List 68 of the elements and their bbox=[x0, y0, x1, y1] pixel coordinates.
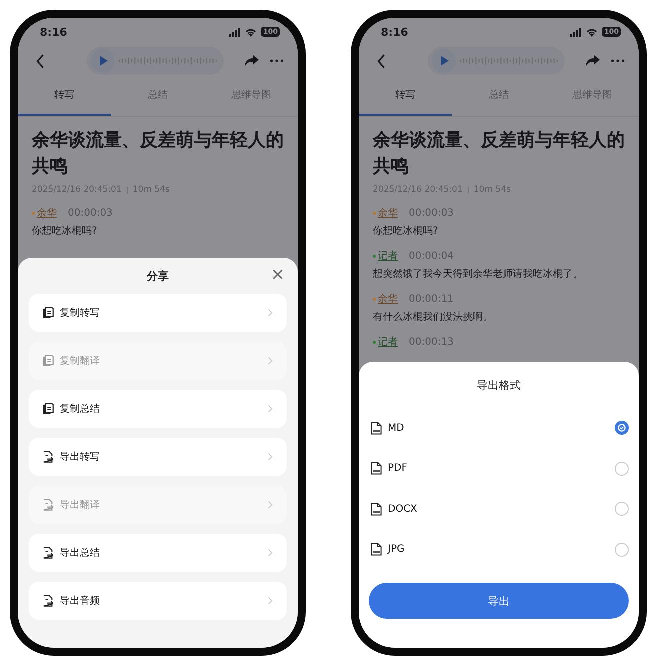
format-label: DOCX bbox=[388, 504, 418, 515]
recording-title: 余华谈流量、反差萌与年轻人的共鸣 bbox=[32, 129, 284, 179]
file-icon bbox=[371, 543, 382, 556]
more-icon[interactable] bbox=[270, 59, 284, 63]
share-option[interactable]: 复制总结 bbox=[29, 390, 287, 428]
speaker-name[interactable]: 记者 bbox=[378, 249, 398, 263]
export-button[interactable]: 导出 bbox=[369, 583, 629, 619]
chevron-icon bbox=[268, 405, 273, 413]
file-icon bbox=[371, 422, 382, 435]
document-export-icon bbox=[43, 595, 54, 607]
status-time: 8:16 bbox=[40, 26, 68, 38]
chevron-icon bbox=[268, 453, 273, 461]
transcript-text: 想突然饿了我今天得到余华老师请我吃冰棍了。 bbox=[373, 268, 584, 281]
format-label: JPG bbox=[388, 544, 405, 556]
transcript-text: 你想吃冰棍吗? bbox=[373, 224, 440, 238]
file-icon bbox=[371, 462, 382, 476]
document-export-icon bbox=[43, 451, 54, 463]
play-icon[interactable] bbox=[432, 49, 456, 73]
wifi-icon bbox=[586, 28, 598, 36]
format-option[interactable]: DOCX bbox=[369, 489, 629, 530]
radio-button[interactable] bbox=[615, 421, 629, 436]
timestamp: 00:00:13 bbox=[409, 336, 454, 348]
recording-title: 余华谈流量、反差萌与年轻人的共鸣 bbox=[373, 129, 625, 179]
timestamp: 00:00:03 bbox=[68, 208, 113, 218]
share-icon[interactable] bbox=[585, 54, 601, 68]
share-option[interactable]: 复制转写 bbox=[29, 294, 287, 332]
signal-icon bbox=[570, 28, 582, 36]
close-button[interactable]: × bbox=[268, 266, 287, 284]
transcript-text: 有什么冰棍我们没法挑啊。 bbox=[373, 310, 494, 324]
chevron-icon bbox=[268, 597, 273, 605]
share-icon[interactable] bbox=[244, 54, 260, 68]
chevron-icon bbox=[268, 549, 273, 557]
tab[interactable]: 转写 bbox=[18, 76, 112, 116]
format-option[interactable]: MD bbox=[369, 408, 629, 448]
signal-icon bbox=[229, 28, 242, 36]
format-option[interactable]: PDF bbox=[369, 448, 629, 489]
format-label: MD bbox=[388, 422, 404, 434]
play-icon[interactable] bbox=[91, 49, 115, 73]
radio-button[interactable] bbox=[615, 502, 629, 516]
transcript-text: 你想吃冰棍吗? bbox=[32, 224, 98, 238]
file-icon bbox=[371, 502, 382, 516]
document-export-icon bbox=[43, 499, 54, 511]
share-option[interactable]: 导出总结 bbox=[29, 534, 287, 572]
timestamp: 00:00:11 bbox=[409, 294, 454, 304]
back-icon[interactable] bbox=[36, 54, 45, 68]
tab[interactable]: 转写 bbox=[359, 76, 452, 116]
speaker-name[interactable]: 记者 bbox=[378, 335, 398, 349]
timestamp: 00:00:04 bbox=[409, 250, 454, 262]
more-icon[interactable] bbox=[611, 59, 625, 63]
radio-button[interactable] bbox=[615, 542, 629, 557]
share-option[interactable]: 导出转写 bbox=[29, 438, 287, 476]
chevron-icon bbox=[268, 501, 273, 509]
wifi-icon bbox=[245, 28, 258, 36]
chevron-icon bbox=[268, 357, 273, 365]
document-copy-icon bbox=[43, 355, 54, 367]
format-option[interactable]: JPG bbox=[369, 530, 629, 570]
radio-button[interactable] bbox=[615, 462, 629, 476]
sheet-title: 分享 bbox=[147, 268, 169, 284]
document-copy-icon bbox=[43, 307, 54, 319]
back-icon[interactable] bbox=[377, 54, 386, 68]
status-time: 8:16 bbox=[381, 26, 408, 38]
timestamp: 00:00:03 bbox=[409, 208, 454, 218]
format-label: PDF bbox=[388, 463, 408, 474]
sheet-title: 导出格式 bbox=[476, 378, 522, 394]
document-copy-icon bbox=[43, 403, 54, 415]
chevron-icon bbox=[268, 309, 273, 317]
document-export-icon bbox=[43, 547, 54, 559]
share-option[interactable]: 导出音频 bbox=[29, 582, 287, 620]
